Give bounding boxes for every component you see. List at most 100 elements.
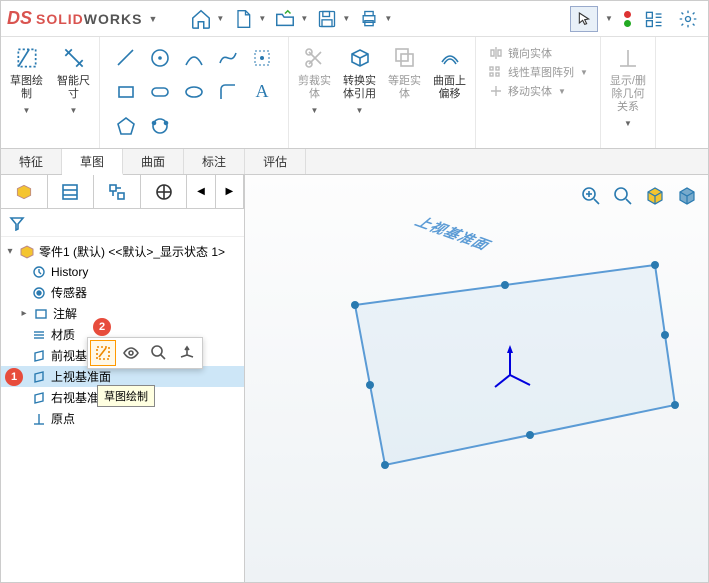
- tab-annotations[interactable]: 标注: [184, 149, 245, 174]
- home-icon[interactable]: [187, 5, 215, 33]
- tree-item-origin[interactable]: 原点: [1, 408, 244, 429]
- perimeter-circle-icon[interactable]: [144, 111, 176, 141]
- graphics-viewport[interactable]: 上视基准面: [245, 175, 708, 582]
- chevron-down-icon[interactable]: ▼: [257, 14, 267, 23]
- part-icon: [19, 244, 35, 260]
- tree-filter-row: [1, 209, 244, 237]
- ribbon-group-pattern: 镜向实体 线性草图阵列▼ 移动实体▼: [476, 37, 601, 148]
- ribbon-group-sketch: 草图绘 制 ▼ 智能尺 寸 ▼: [1, 37, 100, 148]
- display-relations-button[interactable]: 显示/删 除几何 关系 ▼: [607, 41, 649, 131]
- main-area: ◀ ▶ ▾ 零件1 (默认) <<默认>_显示状态 1> History 传感器: [1, 175, 708, 582]
- show-context-icon[interactable]: [118, 340, 144, 366]
- move-entities-button[interactable]: 移动实体▼: [488, 83, 588, 99]
- configuration-manager-tab-icon[interactable]: [94, 175, 141, 208]
- plane-icon: [31, 369, 47, 385]
- dimxpert-tab-icon[interactable]: [141, 175, 188, 208]
- view-toolbar: [578, 183, 700, 209]
- origin-icon: [31, 411, 47, 427]
- ribbon-group-relations: 显示/删 除几何 关系 ▼: [601, 37, 656, 148]
- tree-item-top-plane[interactable]: 上视基准面: [1, 366, 244, 387]
- trim-button[interactable]: 剪裁实 体 ▼: [295, 41, 334, 118]
- mirror-entities-button[interactable]: 镜向实体: [488, 45, 588, 61]
- tree-toolbar: ◀ ▶: [1, 175, 244, 209]
- view-orientation-icon[interactable]: [674, 183, 700, 209]
- logo-text: SOLIDWORKS: [36, 11, 142, 27]
- sketch-context-icon[interactable]: [90, 340, 116, 366]
- reference-plane[interactable]: [255, 215, 695, 515]
- titlebar: DS SOLIDWORKS ▼ ▼ ▼ ▼ ▼: [1, 1, 708, 37]
- context-toolbar: [87, 337, 203, 369]
- chevron-down-icon[interactable]: ▼: [383, 14, 393, 23]
- section-view-icon[interactable]: [642, 183, 668, 209]
- circle-tool-icon[interactable]: [144, 43, 176, 73]
- filter-icon[interactable]: [9, 215, 25, 231]
- plane-icon: [31, 390, 47, 406]
- tree-nav-left-icon[interactable]: ◀: [187, 175, 215, 208]
- print-icon[interactable]: [355, 5, 383, 33]
- zoom-fit-icon[interactable]: [578, 183, 604, 209]
- save-icon[interactable]: [313, 5, 341, 33]
- expand-icon[interactable]: ▸: [19, 308, 29, 319]
- history-icon: [31, 264, 47, 280]
- tab-surfaces[interactable]: 曲面: [123, 149, 184, 174]
- feature-manager-tab-icon[interactable]: [1, 175, 48, 208]
- tree-item-sensors[interactable]: 传感器: [1, 282, 244, 303]
- slot-tool-icon[interactable]: [144, 77, 176, 107]
- line-tool-icon[interactable]: [110, 43, 142, 73]
- rebuild-status-icon[interactable]: [620, 8, 634, 30]
- tab-sketch[interactable]: 草图: [62, 149, 123, 175]
- context-tooltip: 草图绘制: [97, 385, 155, 407]
- ellipse-tool-icon[interactable]: [178, 77, 210, 107]
- options-icon[interactable]: [640, 5, 668, 33]
- tree-item-annotations[interactable]: ▸ 注解: [1, 303, 244, 324]
- offset-on-surface-button[interactable]: 曲面上 偏移: [430, 41, 469, 118]
- text-tool-icon[interactable]: A: [246, 77, 278, 107]
- offset-entities-button[interactable]: 等距实 体: [385, 41, 424, 118]
- sketch-draw-button[interactable]: 草图绘 制 ▼: [7, 41, 46, 118]
- normal-to-context-icon[interactable]: [174, 340, 200, 366]
- fillet-tool-icon[interactable]: [212, 77, 244, 107]
- linear-pattern-button[interactable]: 线性草图阵列▼: [488, 64, 588, 80]
- callout-badge-2: 2: [93, 318, 111, 336]
- chevron-down-icon[interactable]: ▼: [148, 14, 157, 24]
- new-file-icon[interactable]: [229, 5, 257, 33]
- select-tool-button[interactable]: [570, 6, 598, 32]
- property-manager-tab-icon[interactable]: [48, 175, 95, 208]
- logo-ds-icon: DS: [7, 8, 32, 29]
- chevron-down-icon[interactable]: ▼: [604, 14, 614, 23]
- open-file-icon[interactable]: [271, 5, 299, 33]
- point-tool-icon[interactable]: [246, 43, 278, 73]
- tree-item-history[interactable]: History: [1, 262, 244, 282]
- tab-evaluate[interactable]: 评估: [245, 149, 306, 174]
- tab-features[interactable]: 特征: [1, 149, 62, 174]
- chevron-down-icon[interactable]: ▼: [341, 14, 351, 23]
- material-icon: [31, 327, 47, 343]
- callout-badge-1: 1: [5, 368, 23, 386]
- settings-gear-icon[interactable]: [674, 5, 702, 33]
- ribbon-group-edit: 剪裁实 体 ▼ 转换实 体引用 ▼ 等距实 体 曲面上 偏移: [289, 37, 476, 148]
- zoom-area-icon[interactable]: [610, 183, 636, 209]
- rectangle-tool-icon[interactable]: [110, 77, 142, 107]
- sensor-icon: [31, 285, 47, 301]
- ribbon-group-tools: A: [100, 37, 289, 148]
- ribbon: 草图绘 制 ▼ 智能尺 寸 ▼ A: [1, 37, 708, 149]
- tree-body: ▾ 零件1 (默认) <<默认>_显示状态 1> History 传感器 ▸ 注…: [1, 237, 244, 582]
- smart-dimension-button[interactable]: 智能尺 寸 ▼: [54, 41, 93, 118]
- polygon-tool-icon[interactable]: [110, 111, 142, 141]
- spline-tool-icon[interactable]: [212, 43, 244, 73]
- tree-nav-right-icon[interactable]: ▶: [216, 175, 244, 208]
- collapse-icon[interactable]: ▾: [5, 246, 15, 257]
- titlebar-right: ▼: [570, 5, 702, 33]
- tree-root[interactable]: ▾ 零件1 (默认) <<默认>_显示状态 1>: [1, 241, 244, 262]
- annotation-icon: [33, 306, 49, 322]
- chevron-down-icon[interactable]: ▼: [299, 14, 309, 23]
- app-logo: DS SOLIDWORKS ▼: [7, 8, 157, 29]
- zoom-context-icon[interactable]: [146, 340, 172, 366]
- convert-entities-button[interactable]: 转换实 体引用 ▼: [340, 41, 379, 118]
- chevron-down-icon[interactable]: ▼: [215, 14, 225, 23]
- feature-manager-panel: ◀ ▶ ▾ 零件1 (默认) <<默认>_显示状态 1> History 传感器: [1, 175, 245, 582]
- tree-root-label: 零件1 (默认) <<默认>_显示状态 1>: [39, 243, 225, 260]
- arc-tool-icon[interactable]: [178, 43, 210, 73]
- command-manager-tabs: 特征 草图 曲面 标注 评估: [1, 149, 708, 175]
- titlebar-quick-access: ▼ ▼ ▼ ▼ ▼: [185, 5, 395, 33]
